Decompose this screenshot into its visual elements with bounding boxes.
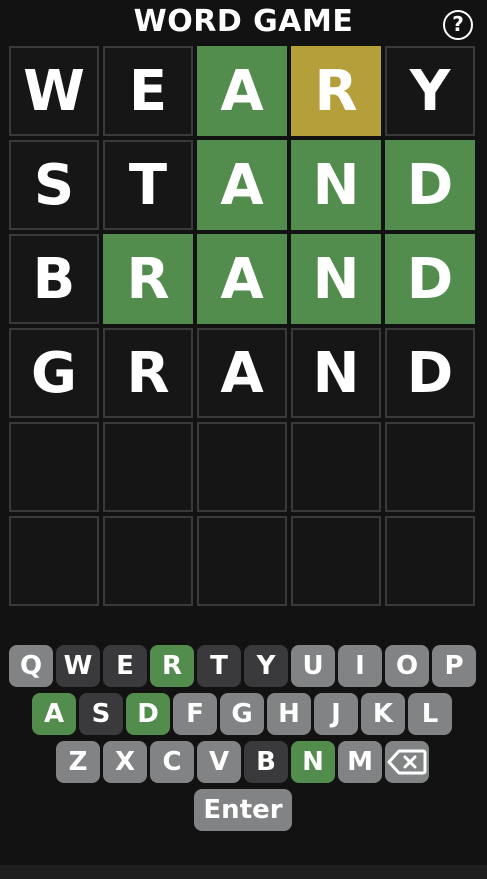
board-tile xyxy=(291,422,381,512)
game-header: WORD GAME ? xyxy=(0,0,487,46)
board-tile: A xyxy=(197,140,287,230)
key-t[interactable]: T xyxy=(197,645,241,687)
board-tile xyxy=(103,422,193,512)
board-tile: A xyxy=(197,46,287,136)
board-tile: A xyxy=(197,234,287,324)
key-e[interactable]: E xyxy=(103,645,147,687)
key-d[interactable]: D xyxy=(126,693,170,735)
help-button[interactable]: ? xyxy=(443,10,473,40)
board-tile: A xyxy=(197,328,287,418)
key-i[interactable]: I xyxy=(338,645,382,687)
board-tile: E xyxy=(103,46,193,136)
board-tile: N xyxy=(291,328,381,418)
board-tile: T xyxy=(103,140,193,230)
key-h[interactable]: H xyxy=(267,693,311,735)
board-tile: G xyxy=(9,328,99,418)
key-p[interactable]: P xyxy=(432,645,476,687)
backspace-icon xyxy=(387,749,427,775)
board-tile xyxy=(197,516,287,606)
key-s[interactable]: S xyxy=(79,693,123,735)
board-tile xyxy=(103,516,193,606)
key-b[interactable]: B xyxy=(244,741,288,783)
page-title: WORD GAME xyxy=(133,4,354,39)
board-tile xyxy=(385,422,475,512)
enter-button[interactable]: Enter xyxy=(194,789,292,831)
key-q[interactable]: Q xyxy=(9,645,53,687)
help-icon: ? xyxy=(452,12,464,36)
key-k[interactable]: K xyxy=(361,693,405,735)
key-g[interactable]: G xyxy=(220,693,264,735)
board-tile xyxy=(9,516,99,606)
key-f[interactable]: F xyxy=(173,693,217,735)
game-board: W E A R Y S T A N D B R A N D G R A N D xyxy=(9,46,475,606)
board-tile xyxy=(291,516,381,606)
board-tile: D xyxy=(385,328,475,418)
key-a[interactable]: A xyxy=(32,693,76,735)
keyboard-row-2: A S D F G H J K L xyxy=(32,693,455,735)
board-tile: W xyxy=(9,46,99,136)
key-o[interactable]: O xyxy=(385,645,429,687)
board-tile xyxy=(9,422,99,512)
board-tile: B xyxy=(9,234,99,324)
key-r[interactable]: R xyxy=(150,645,194,687)
board-tile: N xyxy=(291,140,381,230)
keyboard-row-3: Z X C V B N M xyxy=(56,741,432,783)
key-c[interactable]: C xyxy=(150,741,194,783)
board-tile: D xyxy=(385,234,475,324)
board-tile xyxy=(385,516,475,606)
board-tile: S xyxy=(9,140,99,230)
backspace-key[interactable] xyxy=(385,741,429,783)
board-tile xyxy=(197,422,287,512)
board-tile: Y xyxy=(385,46,475,136)
key-m[interactable]: M xyxy=(338,741,382,783)
key-v[interactable]: V xyxy=(197,741,241,783)
board-tile: N xyxy=(291,234,381,324)
keyboard-row-4: Enter xyxy=(194,789,294,831)
key-z[interactable]: Z xyxy=(56,741,100,783)
keyboard-row-1: Q W E R T Y U I O P xyxy=(9,645,479,687)
bottom-bar xyxy=(0,865,487,879)
key-n[interactable]: N xyxy=(291,741,335,783)
board-tile: R xyxy=(291,46,381,136)
key-u[interactable]: U xyxy=(291,645,335,687)
key-x[interactable]: X xyxy=(103,741,147,783)
key-j[interactable]: J xyxy=(314,693,358,735)
board-tile: R xyxy=(103,328,193,418)
key-y[interactable]: Y xyxy=(244,645,288,687)
key-w[interactable]: W xyxy=(56,645,100,687)
key-l[interactable]: L xyxy=(408,693,452,735)
board-tile: R xyxy=(103,234,193,324)
board-tile: D xyxy=(385,140,475,230)
